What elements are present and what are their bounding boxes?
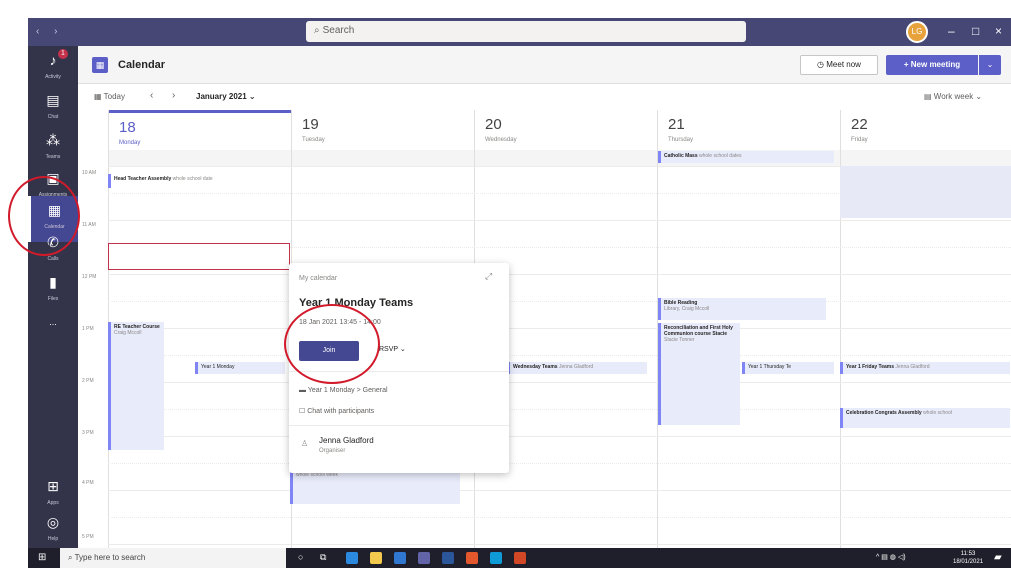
- event-celebration-assembly[interactable]: Celebration Congrats Assembly whole scho…: [840, 408, 1010, 428]
- task-view-icon[interactable]: ⧉: [320, 552, 332, 564]
- apps-icon: ⊞: [47, 478, 59, 494]
- event-year1-thursday[interactable]: Year 1 Thursday Te: [742, 362, 834, 374]
- popup-calendar-label: My calendar: [299, 275, 338, 282]
- event-year1-friday[interactable]: Year 1 Friday Teams Jenna Gladford: [840, 362, 1010, 374]
- chevron-left-icon[interactable]: ‹: [150, 90, 153, 101]
- nav-arrows-icon[interactable]: ‹ ›: [36, 26, 63, 37]
- half-hour-line: [108, 355, 1011, 356]
- hour-line: [108, 274, 1011, 275]
- time-label: 5 PM: [82, 534, 94, 540]
- chrome-icon[interactable]: [466, 552, 478, 564]
- app-rail: ♪ 1 Activity ▤ Chat ⁂ Teams ▣ Assignment…: [28, 46, 78, 548]
- time-label: 2 PM: [82, 378, 94, 384]
- left-margin: [0, 0, 28, 568]
- store-icon[interactable]: [490, 552, 502, 564]
- hour-line: [108, 328, 1011, 329]
- chat-icon: ▤: [46, 92, 60, 108]
- event-year1-monday[interactable]: Year 1 Monday: [195, 362, 285, 374]
- windows-start-icon[interactable]: ⊞: [38, 552, 46, 563]
- meet-now-button[interactable]: ◷ Meet now: [800, 55, 878, 75]
- notification-icon[interactable]: ▰: [994, 552, 1002, 563]
- all-day-row[interactable]: [292, 150, 475, 166]
- expand-icon[interactable]: ⤢: [485, 271, 492, 282]
- selected-time-slot[interactable]: [108, 243, 290, 270]
- time-label: 10 AM: [82, 170, 97, 176]
- page-title: Calendar: [118, 59, 166, 71]
- event-re-teacher-course[interactable]: RE Teacher Course Craig Mccoll: [108, 322, 164, 450]
- half-hour-line: [108, 463, 1011, 464]
- popup-channel-link[interactable]: ▬ Year 1 Monday > General: [299, 387, 388, 394]
- day-header: 18 Monday: [109, 110, 292, 150]
- new-meeting-button[interactable]: + New meeting: [886, 55, 978, 75]
- all-day-row[interactable]: [109, 150, 292, 166]
- organizer-role: Organiser: [319, 448, 346, 454]
- day-header: 21 Thursday: [668, 116, 694, 143]
- day-header: 20 Wednesday: [485, 116, 517, 143]
- time-label: 11 AM: [82, 222, 96, 228]
- taskbar-search-input[interactable]: ⌕ Type here to search: [60, 548, 286, 568]
- search-input[interactable]: ⌕ Search: [306, 21, 746, 42]
- divider: [289, 425, 509, 426]
- annotation-circle-calendar: [8, 176, 80, 256]
- search-icon: ⌕: [314, 25, 320, 36]
- organizer-name[interactable]: Jenna Gladford: [319, 436, 374, 445]
- annotation-circle-join: [284, 304, 380, 384]
- half-hour-line: [108, 301, 1011, 302]
- half-hour-line: [108, 517, 1011, 518]
- chevron-down-icon[interactable]: ⌄: [979, 55, 1001, 75]
- mail-icon[interactable]: [394, 552, 406, 564]
- teams-taskbar-icon[interactable]: [418, 552, 430, 564]
- activity-badge: 1: [58, 49, 68, 59]
- hour-line: [108, 220, 1011, 221]
- hour-line: [108, 382, 1011, 383]
- title-bar: ‹ › ⌕ Search LG – □ ×: [28, 18, 1011, 46]
- more-icon: ...: [49, 317, 57, 327]
- day-header: 19 Tuesday: [302, 116, 325, 143]
- time-label: 1 PM: [82, 326, 94, 332]
- event-year1-wednesday[interactable]: Wednesday Teams Jenna Gladford: [507, 362, 647, 374]
- rail-more[interactable]: ...: [28, 308, 78, 354]
- month-picker[interactable]: January 2021 ⌄: [196, 92, 256, 101]
- calendar-header: ▦ Calendar ◷ Meet now + New meeting ⌄: [78, 46, 1011, 84]
- system-tray-icons[interactable]: ^ ▤ ◍ ◁): [876, 553, 906, 561]
- event-reconciliation-course[interactable]: Reconciliation and First Holy Communion …: [658, 323, 740, 425]
- event-catholic-mass[interactable]: Catholic Mass whole school dates: [658, 151, 834, 163]
- chevron-right-icon[interactable]: ›: [172, 90, 175, 101]
- all-day-row[interactable]: [475, 150, 658, 166]
- hour-line: [108, 436, 1011, 437]
- hour-line: [108, 544, 1011, 545]
- calendar-toolbar: ▦ Today ‹ › January 2021 ⌄ ▤ Work week ⌄: [78, 84, 1011, 110]
- powerpoint-icon[interactable]: [514, 552, 526, 564]
- top-margin: [28, 0, 1011, 18]
- person-icon: ♙: [301, 439, 309, 448]
- close-icon[interactable]: ×: [995, 24, 1002, 38]
- event-bible-reading[interactable]: Bible Reading Library, Craig Mccoll: [658, 298, 826, 320]
- maximize-icon[interactable]: □: [972, 24, 979, 38]
- taskbar-clock[interactable]: 11:53 18/01/2021: [953, 550, 983, 566]
- help-icon: ◎: [46, 514, 60, 530]
- windows-taskbar: ⊞ ⌕ Type here to search ○ ⧉ ^ ▤ ◍ ◁) 11:…: [28, 548, 1011, 568]
- teams-icon: ⁂: [46, 132, 60, 148]
- time-label: 4 PM: [82, 480, 94, 486]
- view-selector[interactable]: ▤ Work week ⌄: [924, 92, 982, 101]
- day-header: 22 Friday: [851, 116, 868, 143]
- time-label: 12 PM: [82, 274, 97, 280]
- chat-with-participants-link[interactable]: ☐ Chat with participants: [299, 407, 374, 415]
- cortana-icon[interactable]: ○: [298, 552, 310, 564]
- busy-block[interactable]: [840, 166, 1011, 218]
- time-label: 3 PM: [82, 430, 94, 436]
- edge-icon[interactable]: [346, 552, 358, 564]
- avatar[interactable]: LG: [906, 21, 928, 43]
- files-icon: ▮: [49, 274, 57, 290]
- today-button[interactable]: ▦ Today: [94, 92, 125, 101]
- all-day-row[interactable]: [841, 150, 1011, 166]
- file-explorer-icon[interactable]: [370, 552, 382, 564]
- hour-line: [108, 490, 1011, 491]
- rsvp-dropdown[interactable]: RSVP ⌄: [379, 345, 406, 353]
- calendar-app-icon: ▦: [92, 57, 108, 73]
- event-head-teacher-assembly[interactable]: Head Teacher Assembly whole school date: [108, 174, 286, 188]
- event-tuesday-bottom[interactable]: whole school week: [290, 470, 460, 504]
- minimize-icon[interactable]: –: [948, 24, 955, 38]
- word-icon[interactable]: [442, 552, 454, 564]
